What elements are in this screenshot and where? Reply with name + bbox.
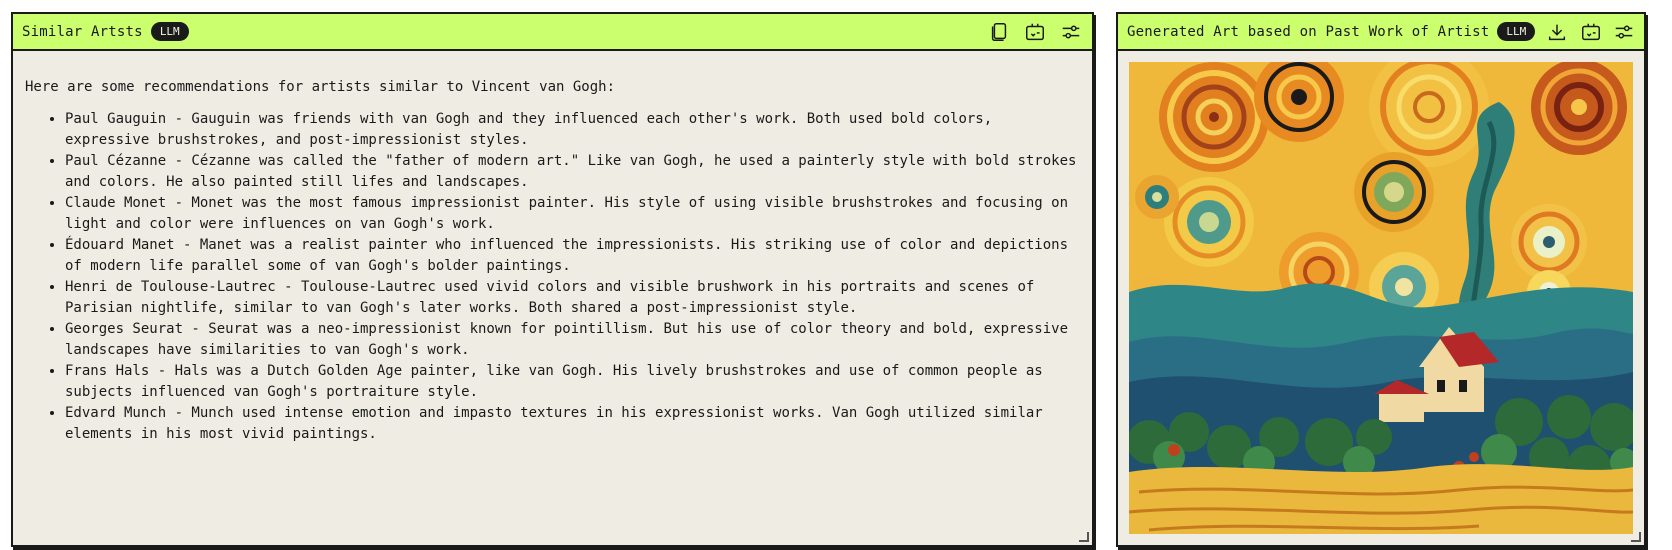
download-button[interactable] (1545, 19, 1569, 45)
panel-header: Generated Art based on Past Work of Arti… (1118, 14, 1644, 51)
list-item: Frans Hals - Hals was a Dutch Golden Age… (65, 361, 1080, 403)
share-icon (1581, 23, 1600, 40)
intro-text: Here are some recommendations for artist… (25, 79, 616, 95)
artist-list: Paul Gauguin - Gauguin was friends with … (25, 109, 1080, 445)
list-item: Paul Cézanne - Cézanne was called the "f… (65, 151, 1080, 193)
list-item: Edvard Munch - Munch used intense emotio… (65, 403, 1080, 445)
settings-icon (1615, 24, 1633, 39)
share-button[interactable] (1022, 19, 1048, 45)
panel-header: Similar Artsts LLM (13, 14, 1092, 51)
llm-badge: LLM (1497, 22, 1536, 41)
copy-icon (991, 22, 1007, 41)
list-item: Édouard Manet - Manet was a realist pain… (65, 235, 1080, 277)
panel-title: Similar Artsts (22, 23, 143, 40)
similar-artists-panel: Similar Artsts LLM Here are some recomme… (11, 12, 1094, 547)
panel-title: Generated Art based on Past Work of Arti… (1127, 23, 1490, 40)
list-item: Claude Monet - Monet was the most famous… (65, 193, 1080, 235)
copy-button[interactable] (986, 19, 1012, 45)
settings-button[interactable] (1612, 19, 1636, 45)
settings-icon (1062, 24, 1080, 39)
list-item: Georges Seurat - Seurat was a neo-impres… (65, 319, 1080, 361)
generated-artwork (1129, 62, 1633, 534)
share-icon (1026, 23, 1044, 40)
resize-handle[interactable] (1631, 532, 1641, 542)
list-item: Paul Gauguin - Gauguin was friends with … (65, 109, 1080, 151)
response-body: Here are some recommendations for artist… (13, 51, 1092, 445)
share-button[interactable] (1579, 19, 1603, 45)
list-item: Henri de Toulouse-Lautrec - Toulouse-Lau… (65, 277, 1080, 319)
settings-button[interactable] (1058, 19, 1084, 45)
download-icon (1548, 24, 1566, 40)
swirl (1159, 62, 1269, 172)
resize-handle[interactable] (1079, 532, 1089, 542)
llm-badge: LLM (150, 22, 189, 41)
artwork-image (1129, 62, 1633, 534)
generated-art-panel: Generated Art based on Past Work of Arti… (1116, 12, 1646, 547)
